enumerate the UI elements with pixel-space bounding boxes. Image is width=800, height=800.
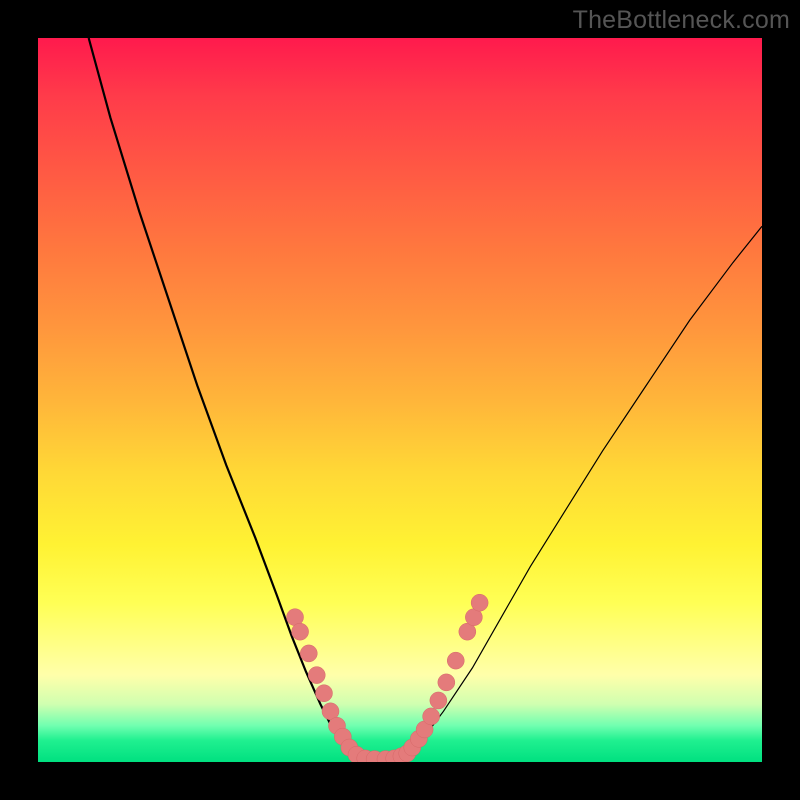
curve-right-arm [404,226,762,756]
chart-svg [38,38,762,762]
scatter-dot [423,708,440,725]
scatter-dot [438,674,455,691]
scatter-dot [447,652,464,669]
chart-container: TheBottleneck.com [0,0,800,800]
scatter-dot [471,594,488,611]
scatter-dot [300,645,317,662]
scatter-dots [287,594,489,762]
scatter-dot [308,667,325,684]
plot-area [38,38,762,762]
scatter-dot [430,692,447,709]
watermark-text: TheBottleneck.com [573,6,790,35]
scatter-dot [292,623,309,640]
scatter-dot [315,685,332,702]
